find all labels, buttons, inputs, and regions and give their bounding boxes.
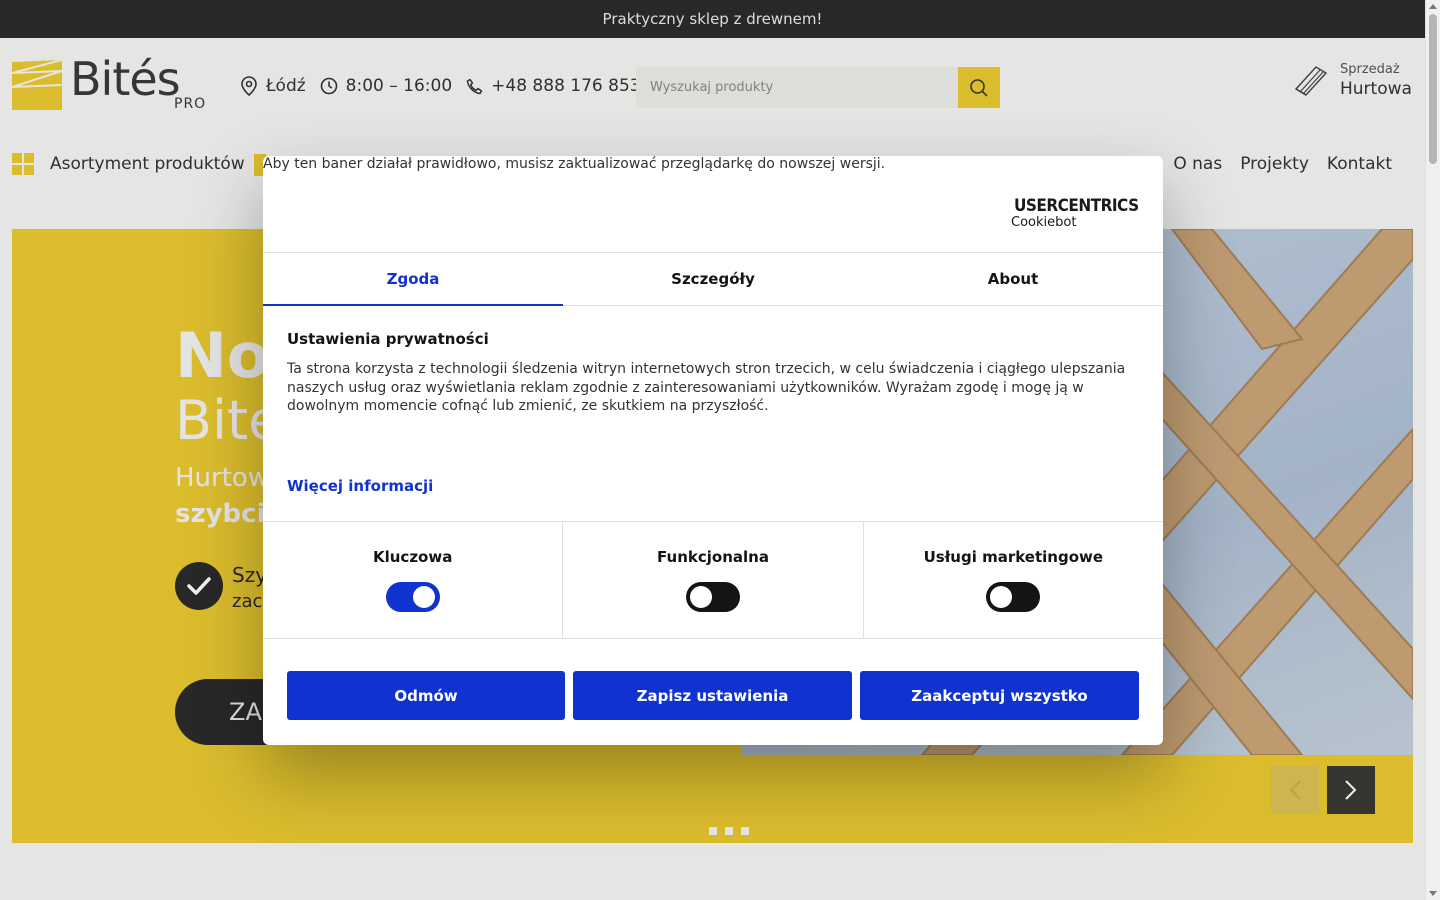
category-name: Kluczowa (372, 548, 453, 566)
cookie-consent-dialog: Aby ten baner działał prawidłowo, musisz… (263, 156, 1163, 745)
page-scrollbar[interactable] (1425, 0, 1440, 900)
category-necessary: Kluczowa (263, 522, 564, 638)
functional-toggle[interactable] (685, 582, 740, 612)
deny-button[interactable]: Odmów (287, 671, 565, 720)
usercentrics-label: USERCENTRICS (1014, 196, 1139, 216)
category-name: Usługi marketingowe (923, 548, 1104, 566)
accept-all-button[interactable]: Zaakceptuj wszystko (860, 671, 1139, 720)
privacy-settings-title: Ustawienia prywatności (287, 330, 489, 348)
category-marketing: Usługi marketingowe (864, 522, 1163, 638)
marketing-toggle[interactable] (986, 582, 1041, 612)
consent-content: Ustawienia prywatności Ta strona korzyst… (287, 330, 1139, 416)
tab-details[interactable]: Szczegóły (563, 253, 863, 305)
category-functional: Funkcjonalna (563, 522, 864, 638)
tab-consent[interactable]: Zgoda (263, 253, 563, 306)
consent-actions: Odmów Zapisz ustawienia Zaakceptuj wszys… (287, 671, 1139, 720)
scrollbar-thumb[interactable] (1429, 14, 1437, 164)
necessary-toggle[interactable] (385, 582, 440, 612)
cookiebot-label: Cookiebot (1011, 215, 1077, 230)
save-settings-button[interactable]: Zapisz ustawienia (573, 671, 852, 720)
consent-tabs: Zgoda Szczegóły About (263, 252, 1163, 306)
browser-warning: Aby ten baner działał prawidłowo, musisz… (263, 156, 886, 172)
tab-about[interactable]: About (863, 253, 1163, 305)
more-info-link[interactable]: Więcej informacji (287, 477, 433, 495)
scroll-down-arrow-icon[interactable] (1429, 891, 1437, 896)
scroll-up-arrow-icon[interactable] (1429, 4, 1437, 9)
category-name: Funkcjonalna (657, 548, 769, 566)
usercentrics-logo[interactable]: USERCENTRICS Cookiebot (1011, 196, 1139, 230)
consent-categories: Kluczowa Funkcjonalna Usługi marketingow… (263, 521, 1163, 639)
privacy-settings-body: Ta strona korzysta z technologii śledzen… (287, 361, 1126, 414)
